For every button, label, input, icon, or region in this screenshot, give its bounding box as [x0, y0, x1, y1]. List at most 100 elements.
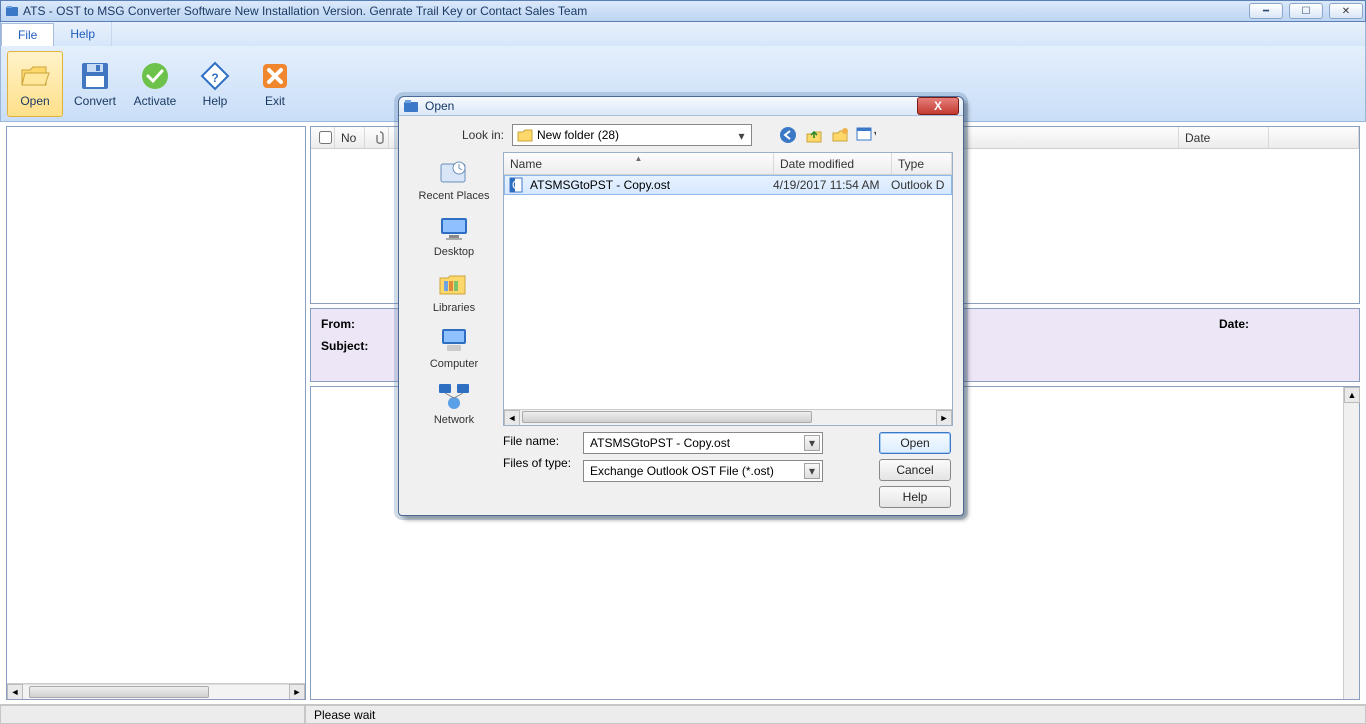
svg-text:?: ?	[211, 71, 218, 85]
chevron-down-icon[interactable]: ▾	[804, 463, 820, 479]
dialog-titlebar: Open X	[399, 97, 963, 116]
file-name: ATSMSGtoPST - Copy.ost	[529, 178, 773, 192]
scroll-thumb[interactable]	[29, 686, 209, 698]
lookin-label: Look in:	[459, 128, 504, 142]
dialog-close-button[interactable]: X	[917, 97, 959, 115]
dialog-open-button[interactable]: Open	[879, 432, 951, 454]
statusbar: Please wait	[0, 704, 1366, 724]
dialog-cancel-button[interactable]: Cancel	[879, 459, 951, 481]
folder-icon	[517, 128, 533, 142]
minimize-button[interactable]: ━	[1249, 3, 1283, 19]
chevron-down-icon[interactable]: ▾	[734, 128, 749, 143]
recent-places-icon	[435, 156, 473, 188]
computer-icon	[435, 324, 473, 356]
place-libraries-label: Libraries	[433, 302, 475, 314]
scroll-thumb[interactable]	[522, 411, 812, 423]
lookin-value: New folder (28)	[537, 128, 619, 142]
detail-date-label: Date:	[1219, 317, 1249, 331]
place-recent[interactable]: Recent Places	[409, 156, 499, 202]
body-scrollbar[interactable]: ▲	[1343, 387, 1359, 699]
detail-subject-label: Subject:	[321, 339, 368, 353]
libraries-icon	[435, 268, 473, 300]
file-list: Name▲ Date modified Type O ATSMSGtoPST -…	[503, 152, 953, 426]
exit-label: Exit	[265, 94, 285, 108]
network-icon	[435, 380, 473, 412]
filename-value: ATSMSGtoPST - Copy.ost	[590, 436, 730, 450]
scroll-up-icon[interactable]: ▲	[1344, 387, 1360, 403]
filetype-value: Exchange Outlook OST File (*.ost)	[590, 464, 774, 478]
place-desktop[interactable]: Desktop	[409, 212, 499, 258]
col-date[interactable]: Date	[1179, 127, 1269, 148]
lookin-select[interactable]: New folder (28) ▾	[512, 124, 752, 146]
exit-icon	[259, 60, 291, 92]
file-row[interactable]: O ATSMSGtoPST - Copy.ost 4/19/2017 11:54…	[504, 175, 952, 195]
filetype-label: Files of type:	[503, 456, 573, 470]
dialog-title: Open	[425, 99, 917, 113]
chevron-down-icon[interactable]: ▾	[804, 435, 820, 451]
file-col-date[interactable]: Date modified	[774, 153, 892, 174]
up-level-button[interactable]	[804, 125, 824, 145]
file-list-scrollbar[interactable]: ◄ ►	[504, 409, 952, 425]
menubar: File Help	[0, 22, 1366, 46]
filetype-select[interactable]: Exchange Outlook OST File (*.ost) ▾	[583, 460, 823, 482]
convert-button[interactable]: Convert	[67, 51, 123, 117]
filename-label: File name:	[503, 434, 573, 448]
close-button[interactable]: ✕	[1329, 3, 1363, 19]
open-button[interactable]: Open	[7, 51, 63, 117]
view-menu-button[interactable]: ▾	[856, 125, 876, 145]
scroll-right-icon[interactable]: ►	[289, 684, 305, 700]
place-libraries[interactable]: Libraries	[409, 268, 499, 314]
sort-asc-icon: ▲	[635, 154, 643, 163]
window-controls: ━ ☐ ✕	[1249, 3, 1363, 19]
open-label: Open	[20, 94, 49, 108]
file-rows: O ATSMSGtoPST - Copy.ost 4/19/2017 11:54…	[504, 175, 952, 409]
place-desktop-label: Desktop	[434, 246, 474, 258]
app-icon	[5, 4, 19, 18]
file-type: Outlook D	[891, 178, 951, 192]
floppy-icon	[79, 60, 111, 92]
dialog-icon	[403, 98, 419, 114]
help-label: Help	[203, 94, 228, 108]
help-icon: ?	[199, 60, 231, 92]
col-checkbox[interactable]	[311, 127, 335, 148]
detail-from-label: From:	[321, 317, 355, 331]
new-folder-button[interactable]	[830, 125, 850, 145]
lookin-row: Look in: New folder (28) ▾ ▾	[409, 124, 953, 146]
folder-open-icon	[19, 60, 51, 92]
place-computer[interactable]: Computer	[409, 324, 499, 370]
activate-label: Activate	[134, 94, 177, 108]
select-all-checkbox[interactable]	[319, 131, 332, 144]
scroll-right-icon[interactable]: ►	[936, 410, 952, 426]
open-dialog: Open X Look in: New folder (28) ▾ ▾	[398, 96, 964, 516]
place-computer-label: Computer	[430, 358, 478, 370]
menu-file[interactable]: File	[1, 23, 54, 46]
menu-help[interactable]: Help	[54, 22, 112, 46]
help-button[interactable]: ? Help	[187, 51, 243, 117]
col-no[interactable]: No	[335, 127, 365, 148]
app-title: ATS - OST to MSG Converter Software New …	[23, 4, 1249, 18]
maximize-button[interactable]: ☐	[1289, 3, 1323, 19]
place-network[interactable]: Network	[409, 380, 499, 426]
svg-text:▾: ▾	[874, 127, 876, 141]
titlebar: ATS - OST to MSG Converter Software New …	[0, 0, 1366, 22]
dialog-help-button[interactable]: Help	[879, 486, 951, 508]
scroll-left-icon[interactable]: ◄	[504, 410, 520, 426]
place-recent-label: Recent Places	[419, 190, 490, 202]
exit-button[interactable]: Exit	[247, 51, 303, 117]
filename-input[interactable]: ATSMSGtoPST - Copy.ost ▾	[583, 432, 823, 454]
activate-button[interactable]: Activate	[127, 51, 183, 117]
file-list-header: Name▲ Date modified Type	[504, 153, 952, 175]
checkmark-icon	[139, 60, 171, 92]
status-spacer	[0, 705, 305, 724]
desktop-icon	[435, 212, 473, 244]
file-date: 4/19/2017 11:54 AM	[773, 178, 891, 192]
col-trailing	[1269, 127, 1359, 148]
tree-panel: ◄ ►	[6, 126, 306, 700]
back-button[interactable]	[778, 125, 798, 145]
file-col-type[interactable]: Type	[892, 153, 952, 174]
scroll-left-icon[interactable]: ◄	[7, 684, 23, 700]
col-attachment-icon[interactable]	[365, 127, 389, 148]
file-col-name[interactable]: Name▲	[504, 153, 774, 174]
tree-scrollbar[interactable]: ◄ ►	[7, 683, 305, 699]
ost-file-icon: O	[508, 177, 526, 193]
